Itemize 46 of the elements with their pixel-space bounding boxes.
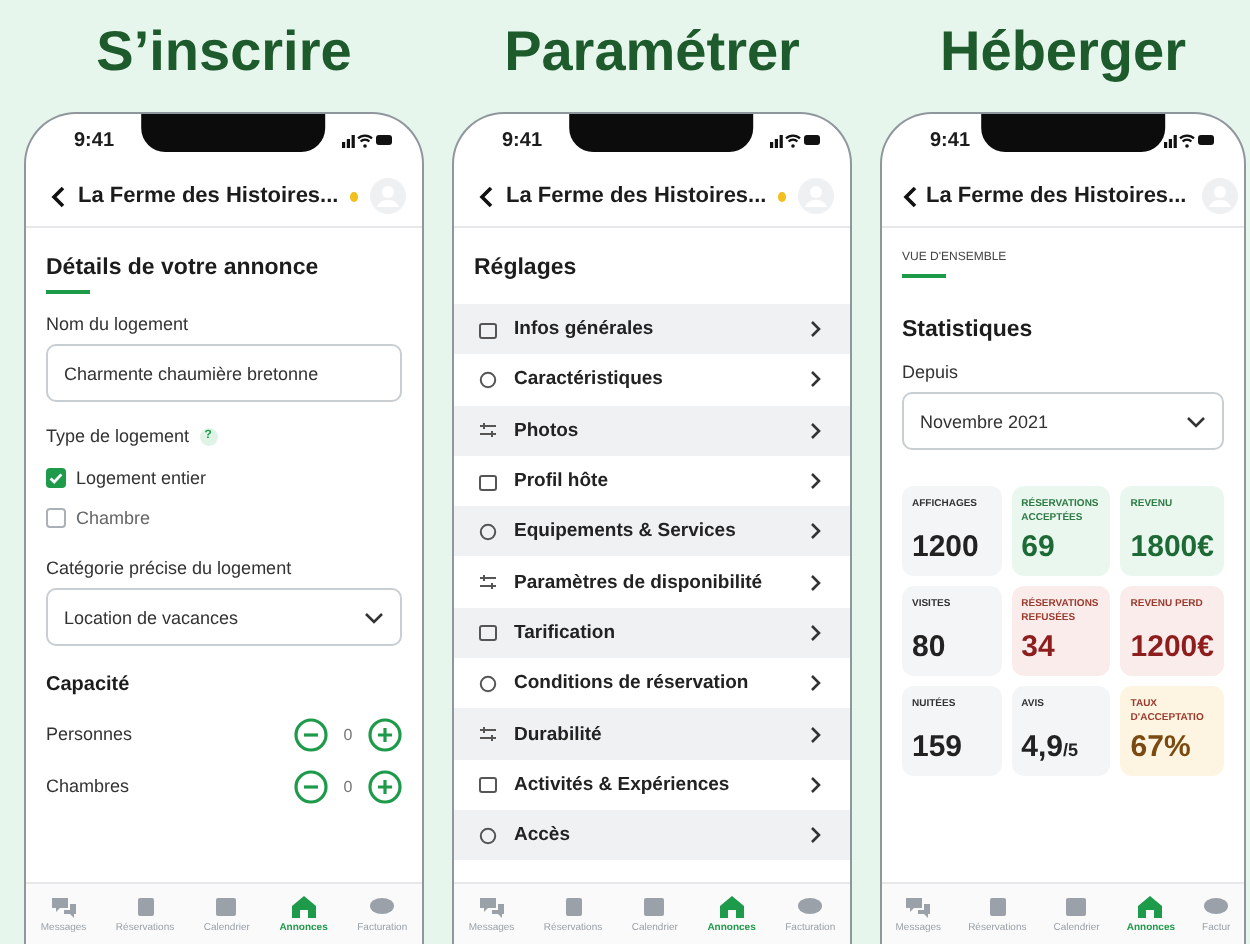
field-label: Type de logement — [46, 426, 190, 446]
stat-value: 1200 — [912, 530, 981, 564]
settings-item[interactable]: Caractéristiques — [454, 354, 850, 406]
settings-item[interactable]: Accès — [454, 809, 850, 861]
section-title: Réglages — [474, 256, 577, 280]
field-label: Nom du logement — [46, 314, 189, 334]
stat-value: 67% — [1130, 730, 1193, 764]
section-title: Capacité — [46, 674, 130, 696]
settings-item[interactable]: Paramètres de disponibilité — [454, 556, 850, 608]
status-time: 9:41 — [930, 129, 971, 151]
counter-label: Chambres — [46, 776, 130, 796]
counter-label: Personnes — [46, 724, 133, 744]
stat-value: 159 — [912, 730, 965, 764]
section-title: Statistiques — [902, 318, 1033, 342]
heading: Héberger — [940, 18, 1186, 86]
counter-value: 0 — [341, 777, 355, 795]
listing-title: La Ferme des Histoires... — [926, 184, 1187, 208]
checkbox-label: Chambre — [76, 508, 151, 528]
category-dropdown[interactable]: Location de vacances — [46, 588, 402, 646]
settings-item[interactable]: Equipements & Services — [454, 506, 850, 557]
settings-item[interactable]: Infos générales — [454, 304, 850, 355]
field-label: Depuis — [902, 362, 959, 382]
settings-item[interactable]: Tarification — [454, 607, 850, 659]
settings-item[interactable]: Activités & Expériences — [454, 759, 850, 810]
checkbox-label: Logement entier — [76, 468, 207, 488]
heading: S’inscrire — [96, 18, 352, 86]
settings-item[interactable]: Conditions de réservation — [454, 658, 850, 709]
field-label: Catégorie précise du logement — [46, 558, 292, 578]
settings-item[interactable]: Durabilité — [454, 708, 850, 760]
listing-title: La Ferme des Histoires... — [78, 184, 339, 208]
section-title: Détails de votre annonce — [46, 256, 319, 280]
settings-item[interactable]: Profil hôte — [454, 455, 850, 507]
stat-value: 69 — [1021, 530, 1057, 564]
settings-item[interactable]: Photos — [454, 405, 850, 456]
stat-value: 80 — [912, 630, 948, 664]
stat-value: 1200€ — [1130, 630, 1214, 664]
status-time: 9:41 — [502, 129, 543, 151]
stat-value: 34 — [1021, 630, 1057, 664]
period-dropdown[interactable]: Novembre 2021 — [902, 392, 1224, 450]
counter-value: 0 — [341, 725, 355, 743]
status-time: 9:41 — [74, 129, 115, 151]
stat-value: 1800€ — [1130, 530, 1214, 564]
heading: Paramétrer — [504, 18, 800, 86]
listing-title: La Ferme des Histoires... — [506, 184, 767, 208]
stat-value: 4,9/5 — [1021, 730, 1081, 764]
name-input-field[interactable]: Charmente chaumière bretonne — [46, 344, 402, 402]
